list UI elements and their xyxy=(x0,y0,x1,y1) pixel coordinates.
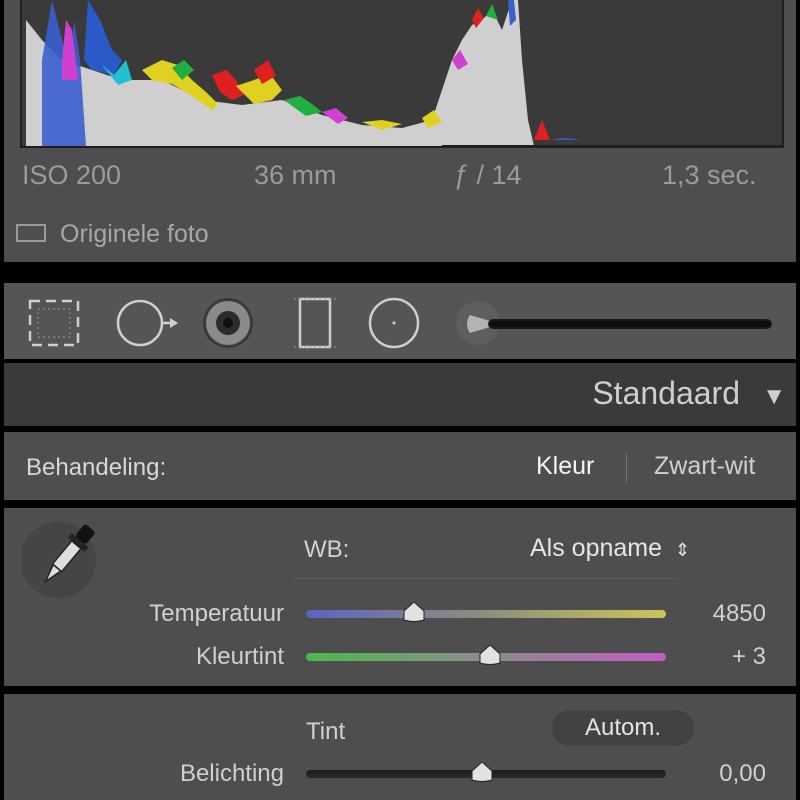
tint-value[interactable]: + 3 xyxy=(666,643,766,671)
treatment-divider xyxy=(626,454,627,482)
treatment-bw-option[interactable]: Zwart-wit xyxy=(654,452,755,481)
eyedropper-icon[interactable] xyxy=(20,516,106,600)
treatment-color-option[interactable]: Kleur xyxy=(536,452,594,481)
histogram xyxy=(20,0,784,148)
triangle-down-icon[interactable]: ▼ xyxy=(762,383,786,411)
wb-select-value: Als opname xyxy=(530,534,663,562)
graduated-filter-tool-icon[interactable] xyxy=(288,295,348,351)
original-photo-toggle[interactable]: Originele foto xyxy=(4,220,796,252)
tool-strip xyxy=(4,283,796,359)
wb-select[interactable]: Als opname ⇕ xyxy=(530,534,690,563)
spot-removal-tool-icon[interactable] xyxy=(112,295,178,351)
preset-header[interactable]: Standaard ▼ xyxy=(4,363,796,426)
temperature-value[interactable]: 4850 xyxy=(666,600,766,628)
temperature-slider-thumb[interactable] xyxy=(402,601,426,622)
exposure-value[interactable]: 0,00 xyxy=(666,760,766,788)
tint-slider-thumb[interactable] xyxy=(478,644,502,665)
exif-shutter-speed: 1,3 sec. xyxy=(662,160,757,190)
exif-aperture: ƒ / 14 xyxy=(454,160,522,190)
exif-focal-length: 36 mm xyxy=(254,160,337,190)
develop-panel-frame: ISO 200 36 mm ƒ / 14 1,3 sec. Originele … xyxy=(0,0,800,800)
original-photo-label: Originele foto xyxy=(60,220,209,248)
exif-iso: ISO 200 xyxy=(22,160,122,190)
temperature-slider-track[interactable] xyxy=(306,610,666,618)
histogram-graph xyxy=(22,0,782,146)
wb-divider xyxy=(294,578,678,579)
exposure-label: Belichting xyxy=(179,760,284,787)
radial-filter-tool-icon[interactable] xyxy=(364,295,424,351)
preset-label[interactable]: Standaard xyxy=(592,375,740,412)
temperature-label: Temperatuur xyxy=(149,600,284,627)
original-photo-checkbox[interactable] xyxy=(16,224,46,242)
histogram-panel: ISO 200 36 mm ƒ / 14 1,3 sec. Originele … xyxy=(4,0,796,262)
treatment-label: Behandeling: xyxy=(26,454,167,481)
adjustment-brush-tool-icon[interactable] xyxy=(450,295,780,351)
crop-tool-icon[interactable] xyxy=(24,295,84,351)
tone-section: Tint Autom. Belichting 0,00 xyxy=(4,694,796,800)
exposure-slider-thumb[interactable] xyxy=(470,761,494,782)
auto-tone-button[interactable]: Autom. xyxy=(552,710,694,746)
white-balance-section: WB: Als opname ⇕ Temperatuur 4850 Kleurt… xyxy=(4,508,796,686)
wb-label: WB: xyxy=(304,536,350,563)
red-eye-tool-icon[interactable] xyxy=(198,295,258,351)
treatment-row: Behandeling: Kleur Zwart-wit xyxy=(4,432,796,500)
up-down-arrows-icon: ⇕ xyxy=(674,540,691,560)
tint-label: Kleurtint xyxy=(195,643,284,670)
tone-label: Tint xyxy=(306,718,346,745)
